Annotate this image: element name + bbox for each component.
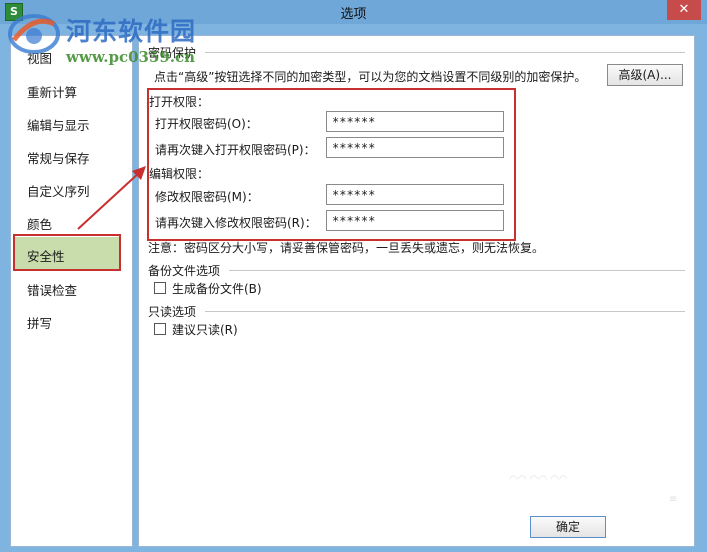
options-dialog: S 选项 ✕ 视图 重新计算 编辑与显示 常规与保存 自定义序列 颜色 安全性 … [0, 0, 707, 552]
annotation-arrow [77, 166, 146, 230]
